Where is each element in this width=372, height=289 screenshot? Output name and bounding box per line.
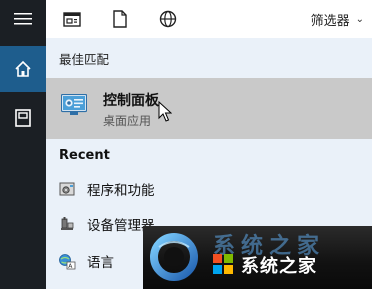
left-rail [0,0,46,289]
control-panel-icon [61,94,87,115]
documents-icon [113,10,127,28]
site-watermark: 系统之家 系统之家 [143,226,372,289]
programs-features-icon [58,180,76,198]
recent-item-label: 语言 [87,255,114,271]
filter-dropdown[interactable]: 筛选器 ⌄ [311,0,372,38]
chevron-down-icon: ⌄ [355,13,364,25]
best-match-subtitle: 桌面应用 [103,114,152,128]
best-match-result[interactable]: 控制面板 桌面应用 [46,78,372,139]
mouse-cursor-icon [158,101,172,122]
recent-heading: Recent [59,148,110,163]
device-manager-icon [58,215,76,233]
apps-filter-button[interactable] [60,8,84,30]
recent-item-label: 程序和功能 [87,183,155,199]
best-match-heading: 最佳匹配 [59,51,110,67]
hamburger-menu-icon [14,13,32,25]
home-icon [15,60,31,77]
search-topbar: 筛选器 ⌄ [46,0,372,39]
apps-icon [63,11,81,27]
best-match-header: 最佳匹配 [46,38,372,78]
watermark-ring-logo-icon [150,233,198,281]
watermark-text: 系统之家 [241,256,317,277]
recent-item-programs-features[interactable]: 程序和功能 [46,173,372,205]
documents-filter-button[interactable] [108,8,132,30]
language-icon: A [58,252,76,270]
web-filter-button[interactable] [156,8,180,30]
web-icon [159,10,177,28]
filter-label: 筛选器 [310,13,350,29]
notebook-icon [15,109,31,127]
hamburger-menu-button[interactable] [0,0,46,38]
notebook-button[interactable] [0,98,46,138]
home-button[interactable] [0,46,46,92]
best-match-title: 控制面板 [103,93,159,109]
windows-logo-icon [213,254,233,274]
